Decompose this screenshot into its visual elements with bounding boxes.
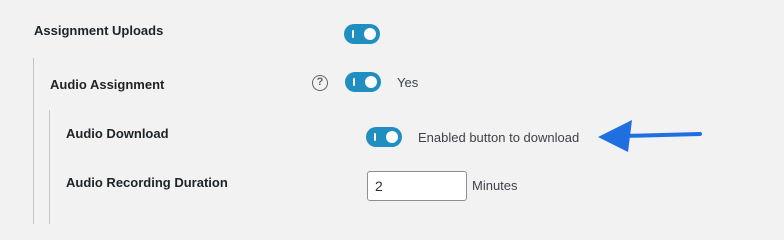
duration-unit-label: Minutes	[472, 178, 518, 193]
annotation-arrow-icon	[598, 120, 702, 152]
audio-download-description: Enabled button to download	[418, 130, 580, 145]
assignment-uploads-toggle[interactable]	[344, 24, 380, 44]
audio-assignment-toggle[interactable]	[345, 72, 381, 92]
audio-download-label: Audio Download	[66, 126, 169, 141]
tree-guide-line-inner	[49, 110, 50, 224]
audio-assignment-status: Yes	[397, 75, 419, 90]
audio-recording-duration-input[interactable]	[367, 171, 467, 201]
assignment-uploads-label: Assignment Uploads	[34, 23, 164, 38]
help-icon[interactable]: ?	[312, 75, 328, 91]
toggle-on-mark-icon	[374, 133, 376, 141]
audio-recording-duration-label: Audio Recording Duration	[66, 175, 228, 190]
toggle-on-mark-icon	[353, 78, 355, 86]
toggle-knob	[365, 76, 377, 88]
audio-download-toggle[interactable]	[366, 127, 402, 147]
arrow-head	[598, 120, 632, 152]
toggle-on-mark-icon	[352, 30, 354, 38]
toggle-knob	[386, 131, 398, 143]
toggle-knob	[364, 28, 376, 40]
tree-guide-line-outer	[33, 58, 34, 224]
arrow-shaft	[622, 132, 702, 138]
audio-assignment-label: Audio Assignment	[50, 77, 165, 92]
